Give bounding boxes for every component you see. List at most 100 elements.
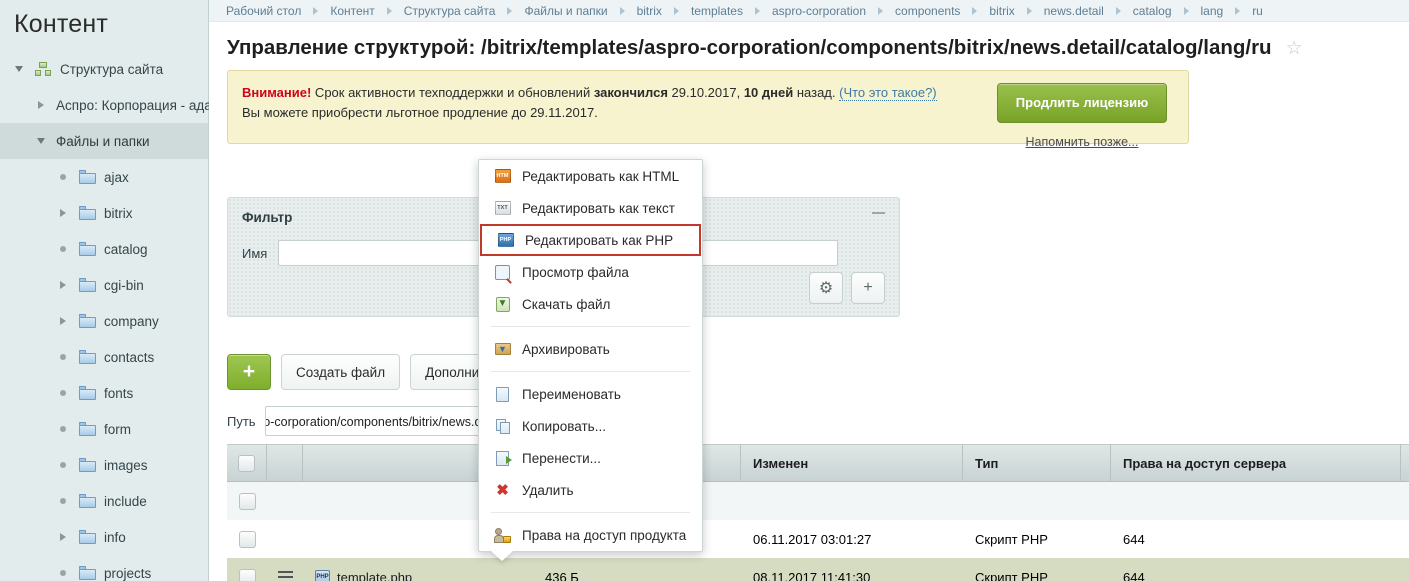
move-icon xyxy=(493,450,512,466)
remind-later-link[interactable]: Напомнить позже... xyxy=(992,132,1172,152)
expand-triangle-icon[interactable] xyxy=(52,281,74,289)
what-is-this-link[interactable]: (Что это такое?) xyxy=(839,85,937,101)
view-file-icon xyxy=(493,264,512,280)
breadcrumb-item[interactable]: Контент xyxy=(325,4,379,18)
sidebar-item-contacts[interactable]: contacts xyxy=(0,339,208,375)
sidebar-item-label: projects xyxy=(104,565,152,581)
menu-item-delete[interactable]: ✖ Удалить xyxy=(479,474,702,506)
renew-license-button[interactable]: Продлить лицензию xyxy=(996,83,1168,123)
folder-icon xyxy=(74,566,100,580)
row-checkbox[interactable] xyxy=(238,568,256,581)
table-row[interactable] xyxy=(227,482,1409,520)
expand-triangle-icon[interactable] xyxy=(52,317,74,325)
menu-item-html-file[interactable]: HTM Редактировать как HTML xyxy=(479,160,702,192)
sidebar-item-cgi-bin[interactable]: cgi-bin xyxy=(0,267,208,303)
sidebar-item-company[interactable]: company xyxy=(0,303,208,339)
breadcrumb-separator-icon xyxy=(386,6,392,15)
download-icon: ▼ xyxy=(493,296,512,312)
menu-item-permissions[interactable]: Права на доступ продукта xyxy=(479,519,702,551)
menu-item-archive[interactable]: ▼ Архивировать xyxy=(479,333,702,365)
menu-item-php-file[interactable]: PHP Редактировать как PHP xyxy=(480,224,701,256)
file-name-label: template.php xyxy=(337,569,413,581)
table-body: 746 Б06.11.2017 03:01:27Скрипт PHP644PHP… xyxy=(227,482,1409,581)
folder-icon xyxy=(74,314,100,328)
menu-item-view-file[interactable]: Просмотр файла xyxy=(479,256,702,288)
expand-triangle-icon[interactable] xyxy=(30,101,52,109)
php-file-icon: PHP xyxy=(496,233,515,247)
breadcrumb-item[interactable]: Файлы и папки xyxy=(519,4,612,18)
breadcrumb-item[interactable]: Рабочий стол xyxy=(221,4,306,18)
menu-separator xyxy=(491,326,690,327)
expand-triangle-icon[interactable] xyxy=(52,533,74,541)
sidebar-item-item-0[interactable]: Структура сайта xyxy=(0,51,208,87)
row-name-cell[interactable]: PHP template.php xyxy=(303,569,533,581)
page-title-row: Управление структурой: /bitrix/templates… xyxy=(209,22,1409,70)
sidebar-item-catalog[interactable]: catalog xyxy=(0,231,208,267)
menu-item-rename[interactable]: Переименовать xyxy=(479,378,702,410)
folder-icon xyxy=(74,458,100,472)
row-checkbox-cell xyxy=(227,530,267,548)
menu-item-copy[interactable]: Копировать... xyxy=(479,410,702,442)
breadcrumb-item[interactable]: bitrix xyxy=(984,4,1019,18)
collapse-triangle-icon[interactable] xyxy=(30,138,52,144)
warning-bold-2: 10 дней xyxy=(743,85,794,100)
breadcrumb-item[interactable]: ru xyxy=(1247,4,1268,18)
table-row[interactable]: 746 Б06.11.2017 03:01:27Скрипт PHP644 xyxy=(227,520,1409,558)
sidebar-item-images[interactable]: images xyxy=(0,447,208,483)
filter-name-label: Имя xyxy=(242,245,268,261)
breadcrumb-separator-icon xyxy=(507,6,513,15)
breadcrumb-item[interactable]: lang xyxy=(1196,4,1229,18)
context-menu: HTM Редактировать как HTML TXT Редактироват… xyxy=(478,159,703,552)
sidebar-item-ajax[interactable]: ajax xyxy=(0,159,208,195)
warning-text-1: Срок активности техподдержки и обновлени… xyxy=(311,85,594,100)
bullet-icon xyxy=(52,426,74,432)
breadcrumb-separator-icon xyxy=(1026,6,1032,15)
favorite-star-icon[interactable]: ☆ xyxy=(1286,37,1303,60)
expand-triangle-icon[interactable] xyxy=(52,209,74,217)
menu-item-move[interactable]: Перенести... xyxy=(479,442,702,474)
filter-add-plus-icon[interactable]: + xyxy=(851,272,885,304)
add-button[interactable]: + xyxy=(227,354,271,390)
breadcrumb-item[interactable]: templates xyxy=(686,4,748,18)
filter-settings-gear-icon[interactable]: ⚙ xyxy=(809,272,843,304)
breadcrumb-item[interactable]: catalog xyxy=(1128,4,1177,18)
collapse-triangle-icon[interactable] xyxy=(8,66,30,72)
warning-actions: Продлить лицензию Напомнить позже... xyxy=(992,83,1172,152)
sidebar-item-item-2[interactable]: Файлы и папки xyxy=(0,123,208,159)
sidebar-item-projects[interactable]: projects xyxy=(0,555,208,581)
breadcrumb-item[interactable]: bitrix xyxy=(632,4,667,18)
select-all-checkbox[interactable] xyxy=(238,454,255,472)
header-modified-cell[interactable]: Изменен xyxy=(741,444,963,482)
page-title: Управление структурой: /bitrix/templates… xyxy=(227,36,1272,59)
sidebar-item-item-1[interactable]: Аспро: Корпорация - адапт xyxy=(0,87,225,123)
path-label: Путь xyxy=(227,413,256,429)
menu-item-download[interactable]: ▼ Скачать файл xyxy=(479,288,702,320)
header-permissions-cell[interactable]: Права на доступ сервера xyxy=(1111,444,1401,482)
filter-collapse-icon[interactable] xyxy=(872,212,885,214)
breadcrumb-item[interactable]: aspro-corporation xyxy=(767,4,871,18)
row-actions-menu-icon[interactable] xyxy=(277,571,293,581)
rename-icon xyxy=(493,386,512,402)
table-row[interactable]: PHP template.php 436 Б 08.11.2017 11:41:30 С… xyxy=(227,558,1409,581)
sidebar-item-include[interactable]: include xyxy=(0,483,208,519)
create-file-button[interactable]: Создать файл xyxy=(281,354,401,390)
sidebar-item-fonts[interactable]: fonts xyxy=(0,375,208,411)
sidebar-item-form[interactable]: form xyxy=(0,411,208,447)
breadcrumb-item[interactable]: news.detail xyxy=(1039,4,1109,18)
breadcrumb-item[interactable]: components xyxy=(890,4,965,18)
menu-item-label: Редактировать как PHP xyxy=(525,232,674,248)
breadcrumb-separator-icon xyxy=(972,6,978,15)
breadcrumb-item[interactable]: Структура сайта xyxy=(399,4,501,18)
menu-item-label: Архивировать xyxy=(522,341,610,357)
table-header-row: Размер файла Изменен Тип Права на доступ… xyxy=(227,444,1409,482)
header-type-cell[interactable]: Тип xyxy=(963,444,1111,482)
row-checkbox[interactable] xyxy=(238,530,256,548)
sidebar-item-label: Файлы и папки xyxy=(56,133,150,149)
sidebar-item-info[interactable]: info xyxy=(0,519,208,555)
breadcrumb-separator-icon xyxy=(673,6,679,15)
row-checkbox[interactable] xyxy=(238,492,256,510)
sidebar-item-bitrix[interactable]: bitrix xyxy=(0,195,208,231)
sidebar-item-label: catalog xyxy=(104,241,148,257)
filter-buttons: ⚙ + xyxy=(809,272,885,304)
menu-item-txt-file[interactable]: TXT Редактировать как текст xyxy=(479,192,702,224)
